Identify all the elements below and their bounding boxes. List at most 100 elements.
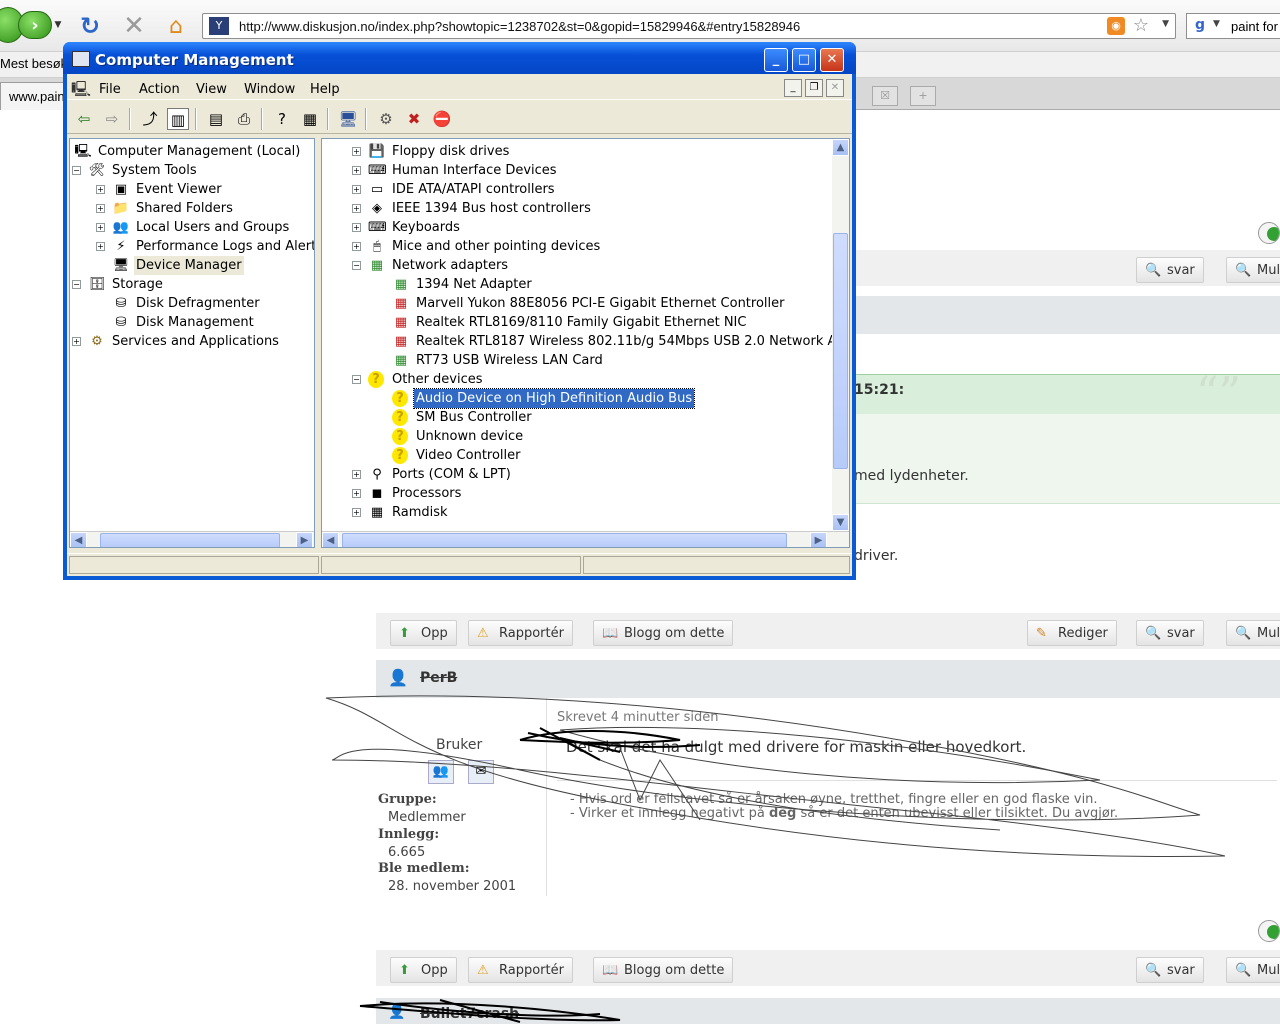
- app-menu-icon[interactable]: 🖳: [71, 79, 91, 98]
- device-list-pane[interactable]: + 💾 Floppy disk drives + ⌨ Human Interface De…: [321, 138, 850, 548]
- update-driver-icon[interactable]: ⚙: [375, 108, 397, 130]
- forward-button[interactable]: ›: [18, 11, 52, 39]
- collapse-icon[interactable]: −: [352, 375, 361, 384]
- menu-window[interactable]: Window: [244, 82, 295, 97]
- new-tab-icon[interactable]: +: [910, 86, 936, 106]
- expand-icon[interactable]: +: [352, 223, 361, 232]
- show-hide-action-pane-icon[interactable]: ▦: [299, 108, 321, 130]
- maximize-button[interactable]: □: [792, 48, 816, 72]
- posts-label: Innlegg:: [378, 827, 440, 842]
- expand-icon[interactable]: +: [352, 470, 361, 479]
- expand-icon[interactable]: +: [352, 185, 361, 194]
- quote-mark-icon: “”: [1196, 368, 1241, 419]
- scroll-down-icon[interactable]: ▼: [832, 514, 849, 531]
- url-dropdown-icon[interactable]: ▼: [1162, 19, 1169, 29]
- vertical-scrollbar[interactable]: ▲ ▼: [832, 139, 849, 532]
- menu-view[interactable]: View: [196, 82, 227, 97]
- multiquote-button[interactable]: 🔍 Mul: [1226, 257, 1280, 283]
- report-button[interactable]: ⚠ Rapportér: [468, 620, 573, 646]
- expand-icon[interactable]: +: [352, 147, 361, 156]
- bookmark-star-icon[interactable]: ☆: [1133, 15, 1149, 36]
- scroll-up-icon[interactable]: ▲: [832, 139, 849, 156]
- scroll-thumb[interactable]: [100, 533, 280, 547]
- window-titlebar[interactable]: Computer Management _ □ ✕: [63, 42, 856, 74]
- help-icon[interactable]: ?: [271, 108, 293, 130]
- menu-action[interactable]: Action: [139, 82, 180, 97]
- expand-icon[interactable]: +: [96, 185, 105, 194]
- google-icon[interactable]: g: [1191, 17, 1209, 35]
- expand-icon[interactable]: +: [96, 204, 105, 213]
- back-arrow-icon[interactable]: ⇦: [73, 108, 95, 130]
- scroll-right-icon[interactable]: ▶: [810, 532, 827, 547]
- expand-icon[interactable]: +: [352, 166, 361, 175]
- child-minimize-button[interactable]: _: [784, 79, 802, 97]
- edit-button[interactable]: ✎ Rediger: [1027, 620, 1117, 646]
- scroll-thumb[interactable]: [342, 533, 787, 547]
- blog-button[interactable]: 📖 Blogg om dette: [593, 620, 734, 646]
- report-button[interactable]: ⚠ Rapportér: [468, 957, 573, 983]
- expand-icon[interactable]: +: [352, 242, 361, 251]
- unknown-device-icon: ?: [392, 409, 408, 426]
- profile-icon[interactable]: 👥: [428, 760, 454, 784]
- search-input[interactable]: paint for: [1231, 19, 1278, 34]
- uninstall-icon[interactable]: ✖: [403, 108, 425, 130]
- tab-close-icon[interactable]: ☒: [872, 86, 898, 106]
- multiquote-button[interactable]: 🔍 Mul: [1226, 957, 1280, 983]
- reply-button[interactable]: 🔍 svar: [1136, 957, 1204, 983]
- print-icon[interactable]: ⎙: [233, 108, 255, 130]
- child-restore-button[interactable]: ❐: [805, 79, 823, 97]
- expand-icon[interactable]: +: [352, 489, 361, 498]
- child-close-button[interactable]: ✕: [826, 79, 844, 97]
- search-engine-dropdown-icon[interactable]: ▼: [1213, 19, 1220, 29]
- reply-button[interactable]: 🔍 svar: [1136, 257, 1204, 283]
- horizontal-scrollbar[interactable]: ◀ ▶: [322, 531, 849, 547]
- tree-node-label: Realtek RTL8169/8110 Family Gigabit Ethe…: [416, 315, 747, 330]
- forward-arrow-icon[interactable]: ⇨: [101, 108, 123, 130]
- author-name[interactable]: PerB: [420, 670, 457, 686]
- console-tree-pane[interactable]: 🖳 Computer Management (Local) − 🛠 System Too…: [69, 138, 315, 548]
- multiquote-button[interactable]: 🔍 Mul: [1226, 620, 1280, 646]
- close-button[interactable]: ✕: [820, 48, 844, 72]
- disable-device-icon[interactable]: ⛔: [431, 108, 453, 130]
- horizontal-scrollbar[interactable]: ◀ ▶: [70, 531, 314, 547]
- multiquote-icon: 🔍: [1235, 263, 1252, 278]
- expand-icon[interactable]: +: [96, 242, 105, 251]
- expand-icon[interactable]: +: [96, 223, 105, 232]
- address-bar[interactable]: Y http://www.diskusjon.no/index.php?show…: [202, 13, 1176, 39]
- menu-help[interactable]: Help: [310, 82, 340, 97]
- history-dropdown-button[interactable]: ▼: [52, 15, 64, 35]
- message-icon[interactable]: ✉: [468, 760, 494, 784]
- expand-icon[interactable]: +: [352, 204, 361, 213]
- stop-button[interactable]: ✕: [120, 11, 148, 41]
- up-one-level-icon[interactable]: ⤴: [139, 108, 161, 130]
- url-text[interactable]: http://www.diskusjon.no/index.php?showto…: [239, 19, 800, 34]
- expand-icon[interactable]: +: [72, 337, 81, 346]
- bookmark-most-visited[interactable]: Mest besøkt: [0, 56, 71, 71]
- scroll-thumb[interactable]: [833, 233, 848, 469]
- collapse-icon[interactable]: −: [72, 280, 81, 289]
- search-box[interactable]: g ▼ paint for: [1186, 13, 1280, 39]
- scroll-right-icon[interactable]: ▶: [296, 532, 313, 547]
- reply-button[interactable]: 🔍 svar: [1136, 620, 1204, 646]
- show-hide-tree-icon[interactable]: ▥: [167, 108, 189, 130]
- scroll-left-icon[interactable]: ◀: [70, 532, 87, 547]
- reload-button[interactable]: ↻: [76, 12, 104, 40]
- blog-button[interactable]: 📖 Blogg om dette: [593, 957, 734, 983]
- scroll-left-icon[interactable]: ◀: [322, 532, 339, 547]
- joined-label: Ble medlem:: [378, 861, 470, 876]
- properties-icon[interactable]: ▤: [205, 108, 227, 130]
- browser-tab[interactable]: www.paint: [0, 82, 70, 110]
- collapse-icon[interactable]: −: [72, 166, 81, 175]
- up-button[interactable]: ⬆ Opp: [390, 620, 457, 646]
- up-button[interactable]: ⬆ Opp: [390, 957, 457, 983]
- rss-icon[interactable]: ◉: [1107, 17, 1125, 35]
- author-name[interactable]: Bullet7crash: [420, 1006, 519, 1022]
- expand-icon[interactable]: +: [352, 508, 361, 517]
- menu-file[interactable]: File: [99, 82, 121, 97]
- menu-bar: 🖳 File Action View Window Help _ ❐ ✕: [67, 74, 852, 100]
- minimize-button[interactable]: _: [764, 48, 788, 72]
- reply-icon: 🔍: [1145, 626, 1162, 641]
- home-button[interactable]: ⌂: [162, 12, 190, 40]
- scan-hardware-icon[interactable]: 🖥: [337, 108, 359, 130]
- collapse-icon[interactable]: −: [352, 261, 361, 270]
